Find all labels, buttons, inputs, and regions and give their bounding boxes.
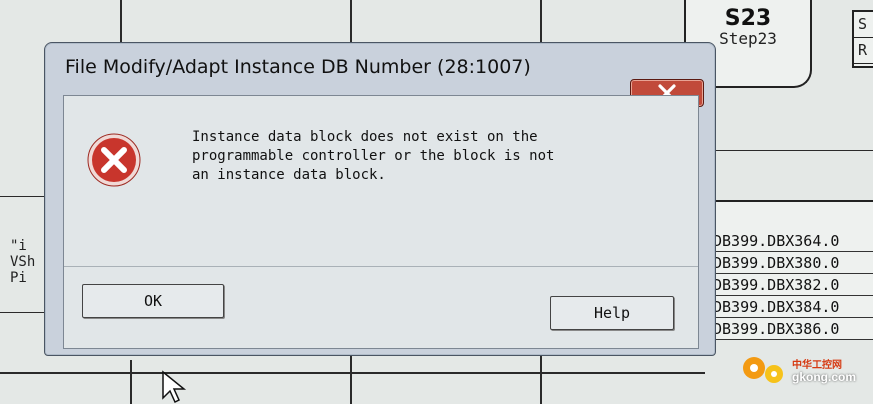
graph-line [714,150,873,151]
table-header: 7 [705,202,873,230]
table-row[interactable]: DB399.DBX384.0 [705,296,873,318]
dialog-title: File Modify/Adapt Instance DB Number (28… [65,56,531,78]
dialog-body: Instance data block does not exist on th… [63,95,699,349]
error-message: Instance data block does not exist on th… [192,129,555,183]
table-row[interactable]: DB399.DBX364.0 [705,230,873,252]
gear-logo-icon [743,357,783,383]
step-name: S23 [724,6,772,31]
watermark-text: 中华工控网 [792,360,842,371]
graph-line [0,312,44,313]
error-dialog: File Modify/Adapt Instance DB Number (28… [44,42,716,356]
graph-line [350,354,352,404]
mouse-cursor-icon [162,370,187,404]
side-box: S R [852,10,873,68]
help-button[interactable]: Help [550,296,674,330]
graph-line [130,360,132,404]
table-row[interactable]: DB399.DBX382.0 [705,274,873,296]
table-row[interactable]: DB399.DBX386.0 [705,318,873,340]
side-box-item: R [854,38,873,64]
table-row[interactable]: DB399.DBX380.0 [705,252,873,274]
dialog-titlebar[interactable]: File Modify/Adapt Instance DB Number (28… [45,43,715,93]
graph-line [540,354,542,404]
watermark: 中华工控网 gkong.com [738,350,868,392]
graph-line [350,0,352,44]
error-icon [87,133,141,187]
side-box-item: S [854,12,873,38]
divider [64,266,698,267]
db-address-table: 7 DB399.DBX364.0 DB399.DBX380.0 DB399.DB… [705,200,873,340]
graph-line [540,0,542,44]
ok-button[interactable]: OK [82,284,224,318]
graph-line [0,372,705,374]
watermark-url: gkong.com [792,370,857,384]
graph-line [120,0,122,44]
graph-line [0,196,44,197]
